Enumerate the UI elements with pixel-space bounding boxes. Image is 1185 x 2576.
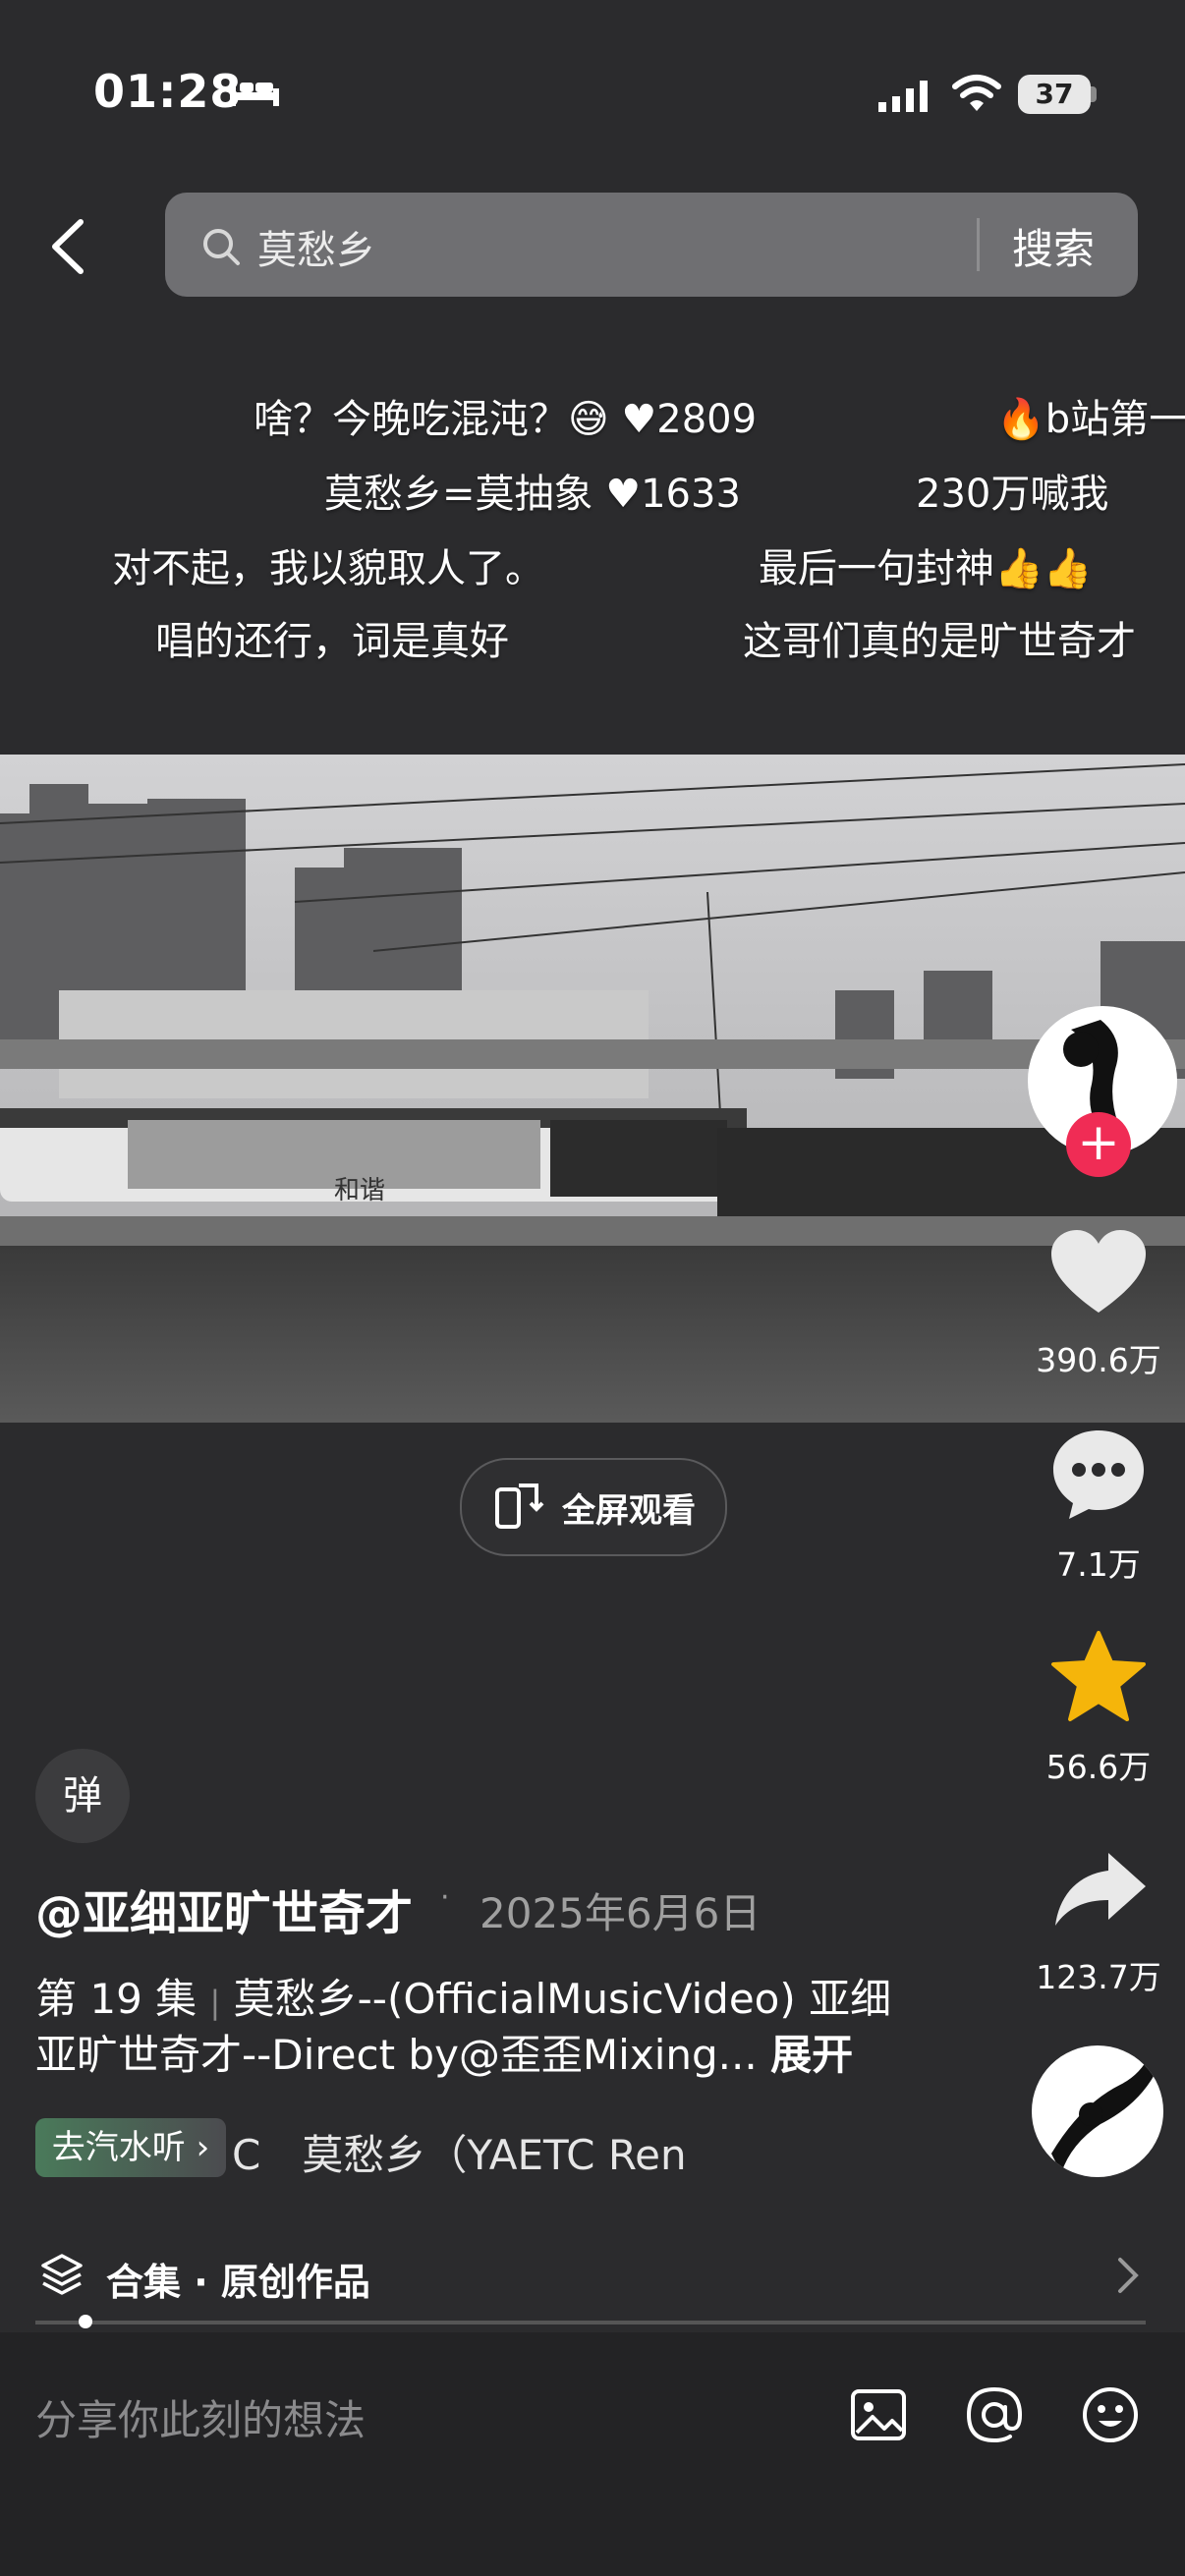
svg-text:和谐: 和谐 xyxy=(334,1176,385,1205)
favorite-star-icon[interactable] xyxy=(1049,1629,1148,1723)
chevron-right-icon[interactable] xyxy=(1116,2256,1140,2295)
battery-tip xyxy=(1091,86,1097,102)
search-icon xyxy=(203,229,240,265)
heart-icon: ♥ xyxy=(621,397,657,442)
comment-count: 7.1万 xyxy=(1056,1545,1141,1584)
listen-in-qishui-button[interactable]: 去汽水听 › xyxy=(35,2118,226,2177)
danmaku-comment: 230万喊我 xyxy=(916,472,1109,517)
video-frame-train: 和谐 xyxy=(0,755,1185,1423)
video-description: 第 19 集 | 莫愁乡--(OfficialMusicVideo) 亚细 亚旷… xyxy=(35,1973,1018,2082)
author-name[interactable]: @亚细亚旷世奇才 xyxy=(35,1875,413,1943)
back-arrow-icon[interactable] xyxy=(47,218,90,275)
emoji-icon[interactable] xyxy=(1081,2385,1140,2444)
episode-divider: | xyxy=(209,1984,221,2021)
at-mention-icon[interactable] xyxy=(965,2385,1024,2444)
music-title[interactable]: C 莫愁乡（YAETC Ren xyxy=(232,2122,719,2182)
danmaku-comment: 莫愁乡=莫抽象 ♥1633 xyxy=(324,472,741,517)
battery-indicator: 37 xyxy=(1018,75,1091,114)
image-icon[interactable] xyxy=(849,2385,908,2444)
search-divider xyxy=(977,218,980,271)
search-button[interactable]: 搜索 xyxy=(1012,216,1095,276)
progress-handle[interactable] xyxy=(79,2315,92,2328)
layers-icon xyxy=(41,2254,83,2295)
comment-input[interactable]: 分享你此刻的想法 xyxy=(35,2387,366,2447)
bed-icon xyxy=(230,79,279,106)
comment-bar xyxy=(0,2332,1185,2576)
wifi-icon xyxy=(952,75,1001,111)
danmaku-comment: 唱的还行，词是真好 xyxy=(155,619,509,664)
video-player[interactable]: 和谐 xyxy=(0,755,1185,1423)
post-date: 2025年6月6日 xyxy=(480,1889,762,1937)
comment-bubble-icon[interactable] xyxy=(1049,1427,1148,1521)
rotate-screen-icon xyxy=(495,1484,544,1529)
signal-icon xyxy=(878,81,928,112)
share-count: 123.7万 xyxy=(1036,1958,1161,1996)
danmaku-toggle-button[interactable]: 弹 xyxy=(35,1749,130,1843)
heart-icon: ♥ xyxy=(605,472,642,517)
like-heart-icon[interactable] xyxy=(1049,1228,1148,1316)
video-progress-bar[interactable] xyxy=(35,2321,1146,2324)
danmaku-comment: 啥？今晚吃混沌？😅 ♥2809 xyxy=(254,397,758,442)
collection-link[interactable]: 合集 · 原创作品 xyxy=(106,2252,370,2306)
danmaku-comment: 对不起，我以貌取人了。 xyxy=(112,546,544,591)
description-line-2: 亚旷世奇才--Direct by@歪歪Mixing... xyxy=(35,2031,758,2079)
expand-link[interactable]: 展开 xyxy=(770,2031,853,2079)
search-input[interactable]: 莫愁乡 xyxy=(257,218,375,275)
favorite-count: 56.6万 xyxy=(1045,1748,1152,1786)
danmaku-comment: 🔥b站第一 xyxy=(996,397,1185,442)
chevron-right-icon: › xyxy=(185,2128,210,2167)
share-arrow-icon[interactable] xyxy=(1053,1849,1148,1928)
danmaku-comment: 这哥们真的是旷世奇才 xyxy=(743,619,1136,664)
description-line-1: 莫愁乡--(OfficialMusicVideo) 亚细 xyxy=(233,1975,892,2023)
status-time: 01:28 xyxy=(93,65,243,118)
like-count: 390.6万 xyxy=(1036,1341,1161,1379)
danmaku-comment: 最后一句封神👍👍 xyxy=(759,546,1093,591)
follow-plus-button[interactable]: + xyxy=(1066,1112,1131,1177)
episode-label: 第 19 集 xyxy=(35,1975,198,2023)
music-disc-image xyxy=(1051,2055,1157,2173)
fullscreen-label: 全屏观看 xyxy=(562,1491,696,1531)
music-disc-avatar[interactable] xyxy=(1032,2045,1163,2177)
separator-dot: · xyxy=(440,1880,450,1915)
listen-badge-label: 去汽水听 xyxy=(51,2128,186,2167)
